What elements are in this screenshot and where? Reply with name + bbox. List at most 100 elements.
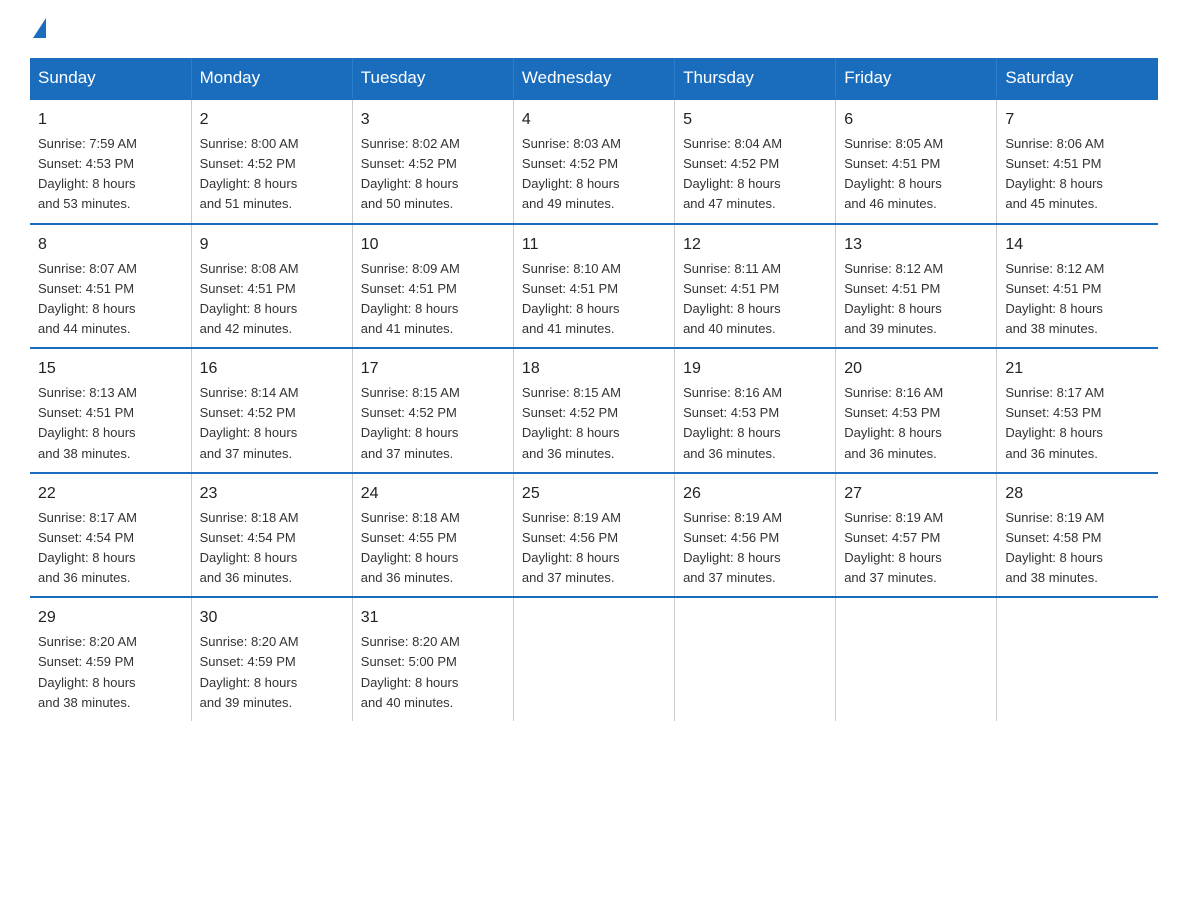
day-info: Sunrise: 8:04 AMSunset: 4:52 PMDaylight:… [683, 134, 827, 215]
calendar-cell: 21Sunrise: 8:17 AMSunset: 4:53 PMDayligh… [997, 348, 1158, 473]
day-info: Sunrise: 8:15 AMSunset: 4:52 PMDaylight:… [522, 383, 666, 464]
day-number: 26 [683, 482, 827, 506]
day-info: Sunrise: 8:15 AMSunset: 4:52 PMDaylight:… [361, 383, 505, 464]
calendar-cell: 5Sunrise: 8:04 AMSunset: 4:52 PMDaylight… [675, 99, 836, 224]
calendar-week-row: 8Sunrise: 8:07 AMSunset: 4:51 PMDaylight… [30, 224, 1158, 349]
calendar-cell: 1Sunrise: 7:59 AMSunset: 4:53 PMDaylight… [30, 99, 191, 224]
day-info: Sunrise: 8:19 AMSunset: 4:56 PMDaylight:… [683, 508, 827, 589]
day-info: Sunrise: 8:09 AMSunset: 4:51 PMDaylight:… [361, 259, 505, 340]
day-info: Sunrise: 8:16 AMSunset: 4:53 PMDaylight:… [844, 383, 988, 464]
day-number: 7 [1005, 108, 1150, 132]
calendar-cell: 16Sunrise: 8:14 AMSunset: 4:52 PMDayligh… [191, 348, 352, 473]
day-of-week-header: Thursday [675, 58, 836, 99]
day-number: 5 [683, 108, 827, 132]
day-number: 2 [200, 108, 344, 132]
day-info: Sunrise: 8:17 AMSunset: 4:54 PMDaylight:… [38, 508, 183, 589]
calendar-cell: 23Sunrise: 8:18 AMSunset: 4:54 PMDayligh… [191, 473, 352, 598]
day-number: 1 [38, 108, 183, 132]
day-of-week-header: Monday [191, 58, 352, 99]
calendar-cell: 31Sunrise: 8:20 AMSunset: 5:00 PMDayligh… [352, 597, 513, 721]
calendar-cell: 2Sunrise: 8:00 AMSunset: 4:52 PMDaylight… [191, 99, 352, 224]
day-info: Sunrise: 8:02 AMSunset: 4:52 PMDaylight:… [361, 134, 505, 215]
calendar-week-row: 15Sunrise: 8:13 AMSunset: 4:51 PMDayligh… [30, 348, 1158, 473]
calendar-cell: 30Sunrise: 8:20 AMSunset: 4:59 PMDayligh… [191, 597, 352, 721]
day-info: Sunrise: 8:19 AMSunset: 4:57 PMDaylight:… [844, 508, 988, 589]
day-number: 11 [522, 233, 666, 257]
calendar-cell [997, 597, 1158, 721]
calendar-cell: 8Sunrise: 8:07 AMSunset: 4:51 PMDaylight… [30, 224, 191, 349]
day-number: 23 [200, 482, 344, 506]
day-number: 15 [38, 357, 183, 381]
day-of-week-header: Sunday [30, 58, 191, 99]
calendar-cell: 15Sunrise: 8:13 AMSunset: 4:51 PMDayligh… [30, 348, 191, 473]
calendar-week-row: 22Sunrise: 8:17 AMSunset: 4:54 PMDayligh… [30, 473, 1158, 598]
day-number: 20 [844, 357, 988, 381]
calendar-cell: 11Sunrise: 8:10 AMSunset: 4:51 PMDayligh… [513, 224, 674, 349]
calendar-cell: 12Sunrise: 8:11 AMSunset: 4:51 PMDayligh… [675, 224, 836, 349]
day-info: Sunrise: 8:05 AMSunset: 4:51 PMDaylight:… [844, 134, 988, 215]
day-number: 30 [200, 606, 344, 630]
calendar-cell: 14Sunrise: 8:12 AMSunset: 4:51 PMDayligh… [997, 224, 1158, 349]
day-info: Sunrise: 8:18 AMSunset: 4:55 PMDaylight:… [361, 508, 505, 589]
day-number: 31 [361, 606, 505, 630]
calendar-cell [513, 597, 674, 721]
day-number: 22 [38, 482, 183, 506]
calendar-cell: 7Sunrise: 8:06 AMSunset: 4:51 PMDaylight… [997, 99, 1158, 224]
day-number: 14 [1005, 233, 1150, 257]
day-info: Sunrise: 8:07 AMSunset: 4:51 PMDaylight:… [38, 259, 183, 340]
day-info: Sunrise: 7:59 AMSunset: 4:53 PMDaylight:… [38, 134, 183, 215]
calendar-week-row: 29Sunrise: 8:20 AMSunset: 4:59 PMDayligh… [30, 597, 1158, 721]
day-of-week-header: Saturday [997, 58, 1158, 99]
calendar-cell [675, 597, 836, 721]
day-number: 16 [200, 357, 344, 381]
logo [30, 20, 46, 40]
day-info: Sunrise: 8:12 AMSunset: 4:51 PMDaylight:… [844, 259, 988, 340]
calendar-cell: 25Sunrise: 8:19 AMSunset: 4:56 PMDayligh… [513, 473, 674, 598]
day-info: Sunrise: 8:20 AMSunset: 4:59 PMDaylight:… [200, 632, 344, 713]
day-number: 4 [522, 108, 666, 132]
day-info: Sunrise: 8:17 AMSunset: 4:53 PMDaylight:… [1005, 383, 1150, 464]
day-info: Sunrise: 8:19 AMSunset: 4:58 PMDaylight:… [1005, 508, 1150, 589]
calendar-cell: 13Sunrise: 8:12 AMSunset: 4:51 PMDayligh… [836, 224, 997, 349]
day-info: Sunrise: 8:08 AMSunset: 4:51 PMDaylight:… [200, 259, 344, 340]
calendar-cell: 19Sunrise: 8:16 AMSunset: 4:53 PMDayligh… [675, 348, 836, 473]
day-of-week-header: Tuesday [352, 58, 513, 99]
day-number: 19 [683, 357, 827, 381]
page-header [30, 20, 1158, 40]
calendar-week-row: 1Sunrise: 7:59 AMSunset: 4:53 PMDaylight… [30, 99, 1158, 224]
day-number: 6 [844, 108, 988, 132]
day-info: Sunrise: 8:20 AMSunset: 4:59 PMDaylight:… [38, 632, 183, 713]
calendar-cell [836, 597, 997, 721]
day-info: Sunrise: 8:00 AMSunset: 4:52 PMDaylight:… [200, 134, 344, 215]
calendar-cell: 22Sunrise: 8:17 AMSunset: 4:54 PMDayligh… [30, 473, 191, 598]
day-info: Sunrise: 8:06 AMSunset: 4:51 PMDaylight:… [1005, 134, 1150, 215]
day-number: 17 [361, 357, 505, 381]
day-number: 28 [1005, 482, 1150, 506]
day-info: Sunrise: 8:19 AMSunset: 4:56 PMDaylight:… [522, 508, 666, 589]
calendar-table: SundayMondayTuesdayWednesdayThursdayFrid… [30, 58, 1158, 721]
day-info: Sunrise: 8:18 AMSunset: 4:54 PMDaylight:… [200, 508, 344, 589]
day-info: Sunrise: 8:10 AMSunset: 4:51 PMDaylight:… [522, 259, 666, 340]
day-number: 27 [844, 482, 988, 506]
calendar-cell: 24Sunrise: 8:18 AMSunset: 4:55 PMDayligh… [352, 473, 513, 598]
calendar-cell: 9Sunrise: 8:08 AMSunset: 4:51 PMDaylight… [191, 224, 352, 349]
day-of-week-header: Friday [836, 58, 997, 99]
day-number: 3 [361, 108, 505, 132]
day-info: Sunrise: 8:11 AMSunset: 4:51 PMDaylight:… [683, 259, 827, 340]
calendar-cell: 26Sunrise: 8:19 AMSunset: 4:56 PMDayligh… [675, 473, 836, 598]
day-number: 29 [38, 606, 183, 630]
calendar-cell: 10Sunrise: 8:09 AMSunset: 4:51 PMDayligh… [352, 224, 513, 349]
calendar-header-row: SundayMondayTuesdayWednesdayThursdayFrid… [30, 58, 1158, 99]
day-info: Sunrise: 8:03 AMSunset: 4:52 PMDaylight:… [522, 134, 666, 215]
calendar-cell: 4Sunrise: 8:03 AMSunset: 4:52 PMDaylight… [513, 99, 674, 224]
calendar-cell: 6Sunrise: 8:05 AMSunset: 4:51 PMDaylight… [836, 99, 997, 224]
calendar-cell: 29Sunrise: 8:20 AMSunset: 4:59 PMDayligh… [30, 597, 191, 721]
calendar-cell: 20Sunrise: 8:16 AMSunset: 4:53 PMDayligh… [836, 348, 997, 473]
calendar-cell: 3Sunrise: 8:02 AMSunset: 4:52 PMDaylight… [352, 99, 513, 224]
day-of-week-header: Wednesday [513, 58, 674, 99]
day-number: 10 [361, 233, 505, 257]
day-number: 12 [683, 233, 827, 257]
day-info: Sunrise: 8:16 AMSunset: 4:53 PMDaylight:… [683, 383, 827, 464]
day-info: Sunrise: 8:13 AMSunset: 4:51 PMDaylight:… [38, 383, 183, 464]
calendar-cell: 18Sunrise: 8:15 AMSunset: 4:52 PMDayligh… [513, 348, 674, 473]
